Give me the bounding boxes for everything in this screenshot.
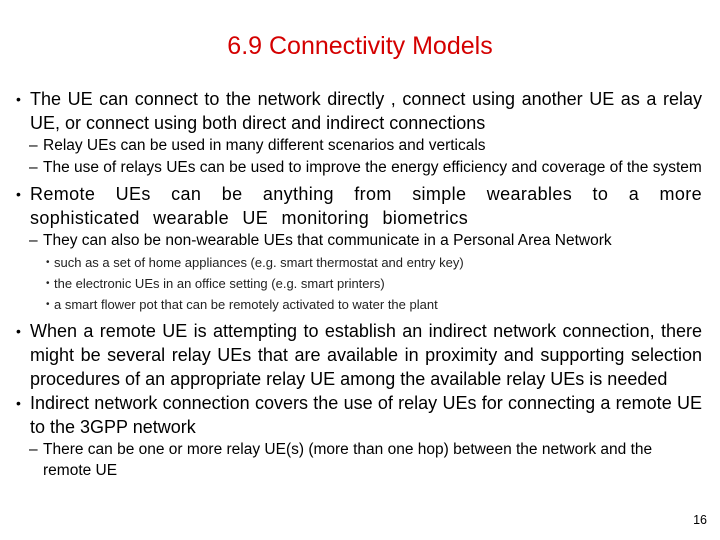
bullet-icon: • [16, 91, 21, 107]
sub-bullet-item: – They can also be non-wearable UEs that… [29, 230, 703, 252]
sub-bullet-item: – Relay UEs can be used in many differen… [29, 135, 703, 157]
bullet-icon: • [16, 186, 22, 202]
sub-bullet-item: – There can be one or more relay UE(s) (… [29, 439, 703, 482]
slide-body: • The UE can connect to the network dire… [0, 87, 720, 482]
sub-sub-bullet-item: • the electronic UEs in an office settin… [46, 273, 694, 294]
dash-icon: – [29, 440, 38, 458]
bullet-icon: • [46, 298, 50, 310]
sub-sub-bullet-text: the electronic UEs in an office setting … [54, 275, 385, 291]
bullet-icon: • [46, 277, 50, 289]
page-number: 16 [693, 513, 707, 527]
sub-bullet-item: – The use of relays UEs can be used to i… [29, 157, 703, 179]
dash-icon: – [29, 137, 38, 154]
slide: 6.9 Connectivity Models • The UE can con… [0, 0, 720, 540]
sub-bullet-text: They can also be non-wearable UEs that c… [43, 232, 612, 249]
bullet-icon: • [46, 256, 50, 268]
sub-bullet-text: Relay UEs can be used in many different … [43, 137, 486, 154]
bullet-text: The UE can connect to the network direct… [30, 89, 702, 133]
bullet-text: When a remote UE is attempting to establ… [30, 320, 702, 389]
bullet-item: • Indirect network connection covers the… [16, 391, 702, 439]
bullet-icon: • [16, 322, 21, 339]
bullet-text: Indirect network connection covers the u… [30, 392, 702, 437]
bullet-item: • Remote UEs can be anything from simple… [16, 182, 702, 230]
bullet-text: Remote UEs can be anything from simple w… [30, 184, 702, 228]
slide-title: 6.9 Connectivity Models [227, 32, 493, 60]
sub-bullet-text: The use of relays UEs can be used to imp… [43, 158, 702, 176]
sub-bullet-text: There can be one or more relay UE(s) (mo… [43, 440, 653, 480]
bullet-icon: • [16, 394, 21, 411]
dash-icon: – [29, 158, 38, 176]
sub-sub-bullet-item: • such as a set of home appliances (e.g.… [46, 252, 694, 273]
dash-icon: – [29, 232, 38, 249]
sub-sub-bullet-item: • a smart flower pot that can be remotel… [46, 294, 694, 315]
sub-sub-bullet-text: such as a set of home appliances (e.g. s… [54, 254, 464, 270]
bullet-item: • When a remote UE is attempting to esta… [16, 319, 702, 391]
bullet-item: • The UE can connect to the network dire… [16, 87, 702, 135]
sub-sub-bullet-text: a smart flower pot that can be remotely … [54, 296, 438, 312]
